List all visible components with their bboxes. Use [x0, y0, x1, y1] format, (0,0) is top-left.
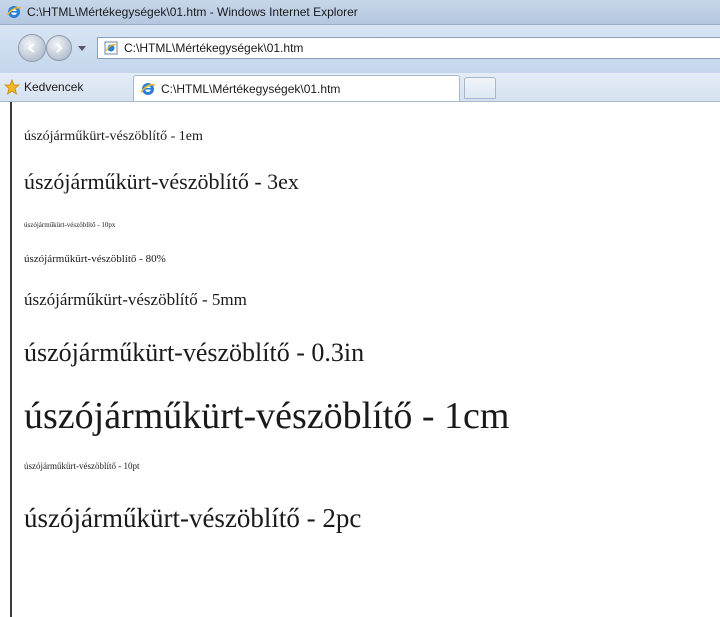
- ie-icon: [6, 4, 22, 20]
- text-line-10px: úszójárműkürt-vészöblítő - 10px: [24, 221, 116, 229]
- star-icon: [4, 79, 20, 95]
- new-tab-button[interactable]: [464, 77, 496, 99]
- ie-icon: [140, 81, 156, 97]
- back-arrow-icon: [27, 43, 35, 53]
- tab-label: C:\HTML\Mértékegységek\01.htm: [161, 81, 341, 96]
- tab-current[interactable]: C:\HTML\Mértékegységek\01.htm: [133, 75, 460, 101]
- navigation-bar: C:\HTML\Mértékegységek\01.htm: [0, 25, 720, 73]
- tab-bar: Kedvencek C:\HTML\Mértékegységek\01.htm: [0, 73, 720, 102]
- favorites-label: Kedvencek: [24, 80, 84, 94]
- text-line-10pt: úszójárműkürt-vészöblítő - 10pt: [24, 461, 140, 471]
- content-left-border: [10, 102, 12, 617]
- address-bar[interactable]: C:\HTML\Mértékegységek\01.htm: [97, 37, 720, 59]
- text-line-5mm: úszójárműkürt-vészöblítő - 5mm: [24, 290, 247, 309]
- forward-button[interactable]: [46, 35, 72, 61]
- address-text[interactable]: C:\HTML\Mértékegységek\01.htm: [124, 41, 303, 55]
- text-line-3ex: úszójárműkürt-vészöblítő - 3ex: [24, 169, 299, 194]
- history-dropdown-button[interactable]: [77, 44, 87, 54]
- text-line-80pct: úszójárműkürt-vészöblítő - 80%: [24, 253, 166, 265]
- favorites-button[interactable]: Kedvencek: [4, 77, 83, 97]
- text-line-1em: úszójárműkürt-vészöblítő - 1em: [24, 129, 203, 144]
- text-line-0-3in: úszójárműkürt-vészöblítő - 0.3in: [24, 338, 365, 367]
- back-button[interactable]: [18, 34, 46, 62]
- title-bar: C:\HTML\Mértékegységek\01.htm - Windows …: [0, 0, 720, 25]
- browser-window: C:\HTML\Mértékegységek\01.htm - Windows …: [0, 0, 720, 617]
- text-line-2pc: úszójárműkürt-vészöblítő - 2pc: [24, 503, 362, 533]
- forward-arrow-icon: [56, 43, 63, 53]
- text-line-1cm: úszójárműkürt-vészöblítő - 1cm: [24, 395, 510, 437]
- chevron-down-icon: [78, 46, 86, 51]
- window-title: C:\HTML\Mértékegységek\01.htm - Windows …: [27, 5, 358, 19]
- page-icon: [104, 41, 118, 55]
